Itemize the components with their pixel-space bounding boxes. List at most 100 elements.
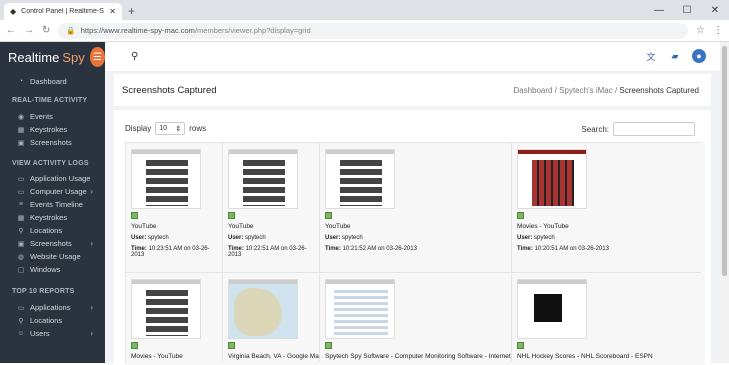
search-icon[interactable]: ⚲ (131, 51, 138, 62)
screenshot-card[interactable]: YouTube User: spytech Time: 10:23:51 AM … (126, 143, 222, 272)
window-icon: ▢ (17, 266, 25, 274)
app-icon (517, 212, 524, 219)
dashboard-icon: ◔ (18, 78, 24, 85)
url-field[interactable]: 🔒 https://www.realtime-spy-mac.com/membe… (58, 22, 689, 39)
browser-tab[interactable]: ◆ Control Panel | Realtime-Spy ✕ (4, 3, 122, 20)
screenshot-thumbnail[interactable] (228, 279, 298, 339)
maximize-icon[interactable]: ☐ (673, 0, 701, 20)
image-icon: ▣ (17, 139, 25, 147)
sidebar-item-log-screenshots[interactable]: ▣ Screenshots › (0, 237, 105, 250)
rows-per-page-select[interactable]: 10 ⇕ (155, 122, 186, 135)
app-icon (325, 342, 332, 349)
users-icon: ☺ (17, 330, 25, 337)
sidebar-item-events[interactable]: ◉ Events (0, 110, 105, 123)
screenshot-time: Time: 10:23:51 AM on 03-26-2013 (131, 246, 210, 258)
screenshot-thumbnail[interactable] (228, 149, 298, 209)
rows-label: rows (189, 124, 207, 133)
screenshot-caption: NHL Hockey Scores - NHL Scoreboard - ESP… (517, 353, 653, 360)
browser-tab-strip: ◆ Control Panel | Realtime-Spy ✕ + — ☐ ✕ (0, 0, 729, 20)
sidebar-item-top-applications[interactable]: ▭ Applications › (0, 301, 105, 314)
screenshot-caption: Movies - YouTube (131, 353, 183, 360)
map-pin-icon: ⚲ (18, 317, 24, 325)
screenshot-user: User: spytech (517, 235, 555, 241)
lock-icon: 🔒 (66, 26, 76, 35)
scrollbar-thumb[interactable] (722, 46, 727, 276)
screenshot-card[interactable]: Movies - YouTube (126, 273, 222, 365)
monitor-icon: ▭ (17, 175, 25, 183)
sidebar-toggle-button[interactable]: ☰ (89, 47, 105, 67)
screenshot-thumbnail[interactable] (131, 279, 201, 339)
screenshot-card[interactable]: YouTube User: spytech Time: 10:21:52 AM … (320, 143, 511, 272)
top-navbar: ⚲ 文 ▰ ● (105, 42, 720, 72)
screenshot-thumbnail[interactable] (517, 279, 587, 339)
close-window-icon[interactable]: ✕ (701, 0, 729, 20)
page-title: Screenshots Captured (122, 84, 217, 96)
brand-name: Realtime (8, 49, 60, 65)
sidebar-item-application-usage[interactable]: ▭ Application Usage (0, 172, 105, 185)
screenshot-thumbnail[interactable] (325, 279, 395, 339)
sidebar: Realtime Spy ☰ ◔ Dashboard REAL-TIME ACTI… (0, 42, 105, 363)
screenshot-thumbnail[interactable] (131, 149, 201, 209)
breadcrumb: Dashboard / Spytech's iMac / Screenshots… (513, 85, 699, 95)
screenshots-panel: Display 10 ⇕ rows Search: YouTube User: … (114, 110, 711, 365)
sidebar-item-top-locations[interactable]: ⚲ Locations (0, 314, 105, 327)
app-icon (325, 212, 332, 219)
screenshot-caption: YouTube (228, 223, 254, 230)
page-scrollbar[interactable] (720, 42, 729, 363)
sidebar-item-top-users[interactable]: ☺ Users › (0, 327, 105, 340)
sidebar-item-windows[interactable]: ▢ Windows (0, 263, 105, 276)
translate-icon[interactable]: 文 (644, 49, 658, 63)
sidebar-section-logs: VIEW ACTIVITY LOGS (12, 159, 89, 167)
browser-menu-icon[interactable]: ⋮ (713, 25, 723, 36)
bookmark-star-icon[interactable]: ☆ (696, 25, 705, 36)
breadcrumb-current: Screenshots Captured (619, 85, 699, 95)
sidebar-item-locations[interactable]: ⚲ Locations (0, 224, 105, 237)
breadcrumb-device[interactable]: Spytech's iMac (559, 86, 613, 95)
screenshot-thumbnail[interactable] (517, 149, 587, 209)
app-icon (131, 212, 138, 219)
screenshot-time: Time: 10:20:51 AM on 03-26-2013 (517, 246, 609, 252)
sidebar-item-events-timeline[interactable]: ≡ Events Timeline (0, 198, 105, 211)
tab-title: Control Panel | Realtime-Spy (21, 8, 105, 15)
screenshot-user: User: spytech (228, 235, 266, 241)
screenshot-card[interactable]: Movies - YouTube User: spytech Time: 10:… (512, 143, 705, 272)
url-path: /members/viewer.php?display=grid (194, 26, 311, 35)
search-label: Search: (581, 124, 609, 134)
monitor-icon: ▭ (17, 188, 25, 196)
app-icon (228, 212, 235, 219)
reload-icon[interactable]: ↻ (42, 25, 50, 36)
url-host: https://www.realtime-spy-mac.com (80, 26, 195, 35)
sidebar-item-keystrokes[interactable]: ▦ Keystrokes (0, 123, 105, 136)
search-input[interactable] (613, 122, 695, 136)
minimize-icon[interactable]: — (645, 0, 673, 20)
screenshot-card[interactable]: Spytech Spy Software - Computer Monitori… (320, 273, 511, 365)
app-icon (131, 342, 138, 349)
new-tab-button[interactable]: + (128, 4, 135, 18)
list-icon: ≡ (18, 201, 24, 208)
tab-close-icon[interactable]: ✕ (109, 7, 116, 16)
screenshot-time: Time: 10:21:52 AM on 03-26-2013 (325, 246, 417, 252)
user-avatar-icon[interactable]: ● (692, 49, 706, 63)
screenshot-card[interactable]: NHL Hockey Scores - NHL Scoreboard - ESP… (512, 273, 705, 365)
forward-icon[interactable]: → (24, 25, 34, 36)
sidebar-item-website-usage[interactable]: ◍ Website Usage (0, 250, 105, 263)
chevron-right-icon: › (90, 187, 93, 196)
back-icon[interactable]: ← (6, 25, 16, 36)
screenshot-time: Time: 10:22:51 AM on 03-26-2013 (228, 246, 307, 258)
address-bar-row: ← → ↻ 🔒 https://www.realtime-spy-mac.com… (0, 20, 729, 42)
sidebar-item-dashboard[interactable]: ◔ Dashboard (0, 75, 105, 88)
screenshot-thumbnail[interactable] (325, 149, 395, 209)
sidebar-item-screenshots[interactable]: ▣ Screenshots (0, 136, 105, 149)
screenshot-card[interactable]: Virginia Beach, VA - Google Maps (223, 273, 319, 365)
updown-icon: ⇕ (175, 125, 182, 133)
book-icon[interactable]: ▰ (668, 49, 682, 63)
screenshot-caption: YouTube (131, 223, 157, 230)
screenshot-card[interactable]: YouTube User: spytech Time: 10:22:51 AM … (223, 143, 319, 272)
sidebar-section-top10: TOP 10 REPORTS (12, 287, 75, 295)
keyboard-icon: ▦ (17, 214, 25, 222)
sidebar-item-log-keystrokes[interactable]: ▦ Keystrokes (0, 211, 105, 224)
app-icon (517, 342, 524, 349)
breadcrumb-dashboard[interactable]: Dashboard (513, 86, 552, 95)
sidebar-item-computer-usage[interactable]: ▭ Computer Usage › (0, 185, 105, 198)
app-icon (228, 342, 235, 349)
